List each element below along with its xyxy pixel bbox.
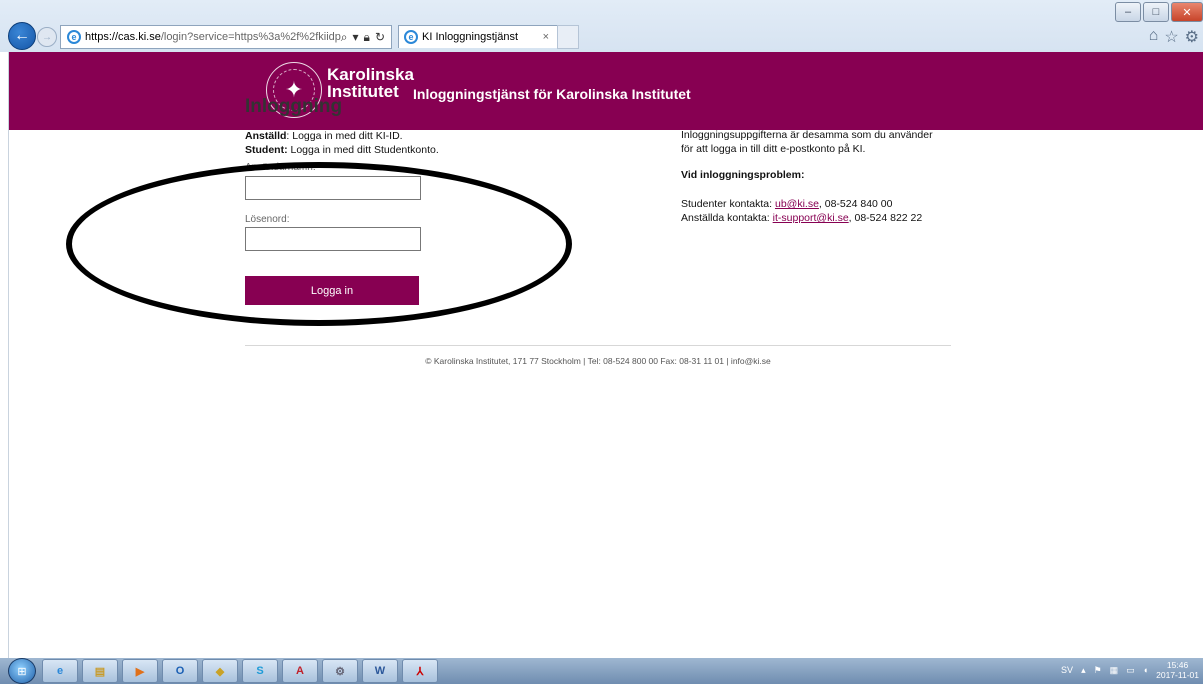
nota-taskbar-icon[interactable]: A	[282, 659, 318, 683]
language-indicator[interactable]: SV	[1061, 665, 1073, 675]
windows-taskbar: ⊞ e ▤ ▶ O ◆ S A ⚙ W ⅄ SV ▴ ⚑ ▦ ▭ ◖ 15:46…	[0, 658, 1203, 684]
tools-taskbar-icon[interactable]: ⚙	[322, 659, 358, 683]
employee-instruction: Anställd: Logga in med ditt KI-ID.	[245, 130, 403, 142]
refresh-icon[interactable]: ↻	[375, 30, 385, 45]
site-header: ✦ Karolinska Institutet Inloggningstjäns…	[9, 52, 1203, 130]
staff-contact: Anställda kontakta: it-support@ki.se, 08…	[681, 211, 971, 225]
new-tab-button[interactable]	[557, 25, 579, 49]
media-player-taskbar-icon[interactable]: ▶	[122, 659, 158, 683]
ie-page-icon: e	[67, 30, 81, 44]
problems-heading: Vid inloggningsproblem:	[681, 169, 805, 181]
logo-line1: Karolinska	[327, 65, 414, 84]
favorites-star-icon[interactable]: ☆	[1164, 27, 1178, 47]
ie-tab-icon: e	[404, 30, 418, 44]
display-icon[interactable]: ▭	[1126, 665, 1135, 676]
browser-tools: ⌂ ☆ ⚙	[1149, 27, 1199, 47]
students-email-link[interactable]: ub@ki.se	[775, 198, 819, 210]
info-line2: för att logga in till ditt e-postkonto p…	[681, 143, 866, 155]
explorer-taskbar-icon[interactable]: ▤	[82, 659, 118, 683]
login-heading: Inloggning	[245, 96, 343, 117]
password-input[interactable]	[245, 227, 421, 251]
address-bar[interactable]: e https://cas.ki.se/login?service=https%…	[60, 25, 392, 49]
clock-date: 2017-11-01	[1156, 670, 1199, 680]
search-icon[interactable]: ⌕	[341, 30, 348, 45]
action-center-flag-icon[interactable]: ⚑	[1094, 665, 1102, 676]
tray-expand-icon[interactable]: ▴	[1081, 665, 1086, 676]
students-contact: Studenter kontakta: ub@ki.se, 08-524 840…	[681, 197, 971, 211]
settings-gear-icon[interactable]: ⚙	[1185, 27, 1199, 47]
page-viewport: ✦ Karolinska Institutet Inloggningstjäns…	[8, 52, 1203, 658]
outlook-taskbar-icon[interactable]: O	[162, 659, 198, 683]
start-button-icon[interactable]: ⊞	[8, 658, 36, 684]
login-button[interactable]: Logga in	[245, 276, 419, 305]
window-controls: – □ ✕	[1113, 2, 1203, 22]
site-title: Inloggningstjänst för Karolinska Institu…	[413, 86, 691, 102]
folder-taskbar-icon[interactable]: ◆	[202, 659, 238, 683]
employee-text: : Logga in med ditt KI-ID.	[286, 130, 403, 142]
clock[interactable]: 15:46 2017-11-01	[1156, 660, 1199, 680]
close-tab-icon[interactable]: ×	[543, 31, 557, 43]
employee-label: Anställd	[245, 130, 287, 142]
tab-ki-login[interactable]: e KI Inloggningstjänst ×	[398, 25, 558, 48]
acrobat-taskbar-icon[interactable]: ⅄	[402, 659, 438, 683]
address-tools: ⌕ ▾ 🔒︎ ↻	[341, 30, 391, 45]
username-input[interactable]	[245, 176, 421, 200]
info-line1: Inloggningsuppgifterna är desamma som du…	[681, 129, 933, 141]
skype-taskbar-icon[interactable]: S	[242, 659, 278, 683]
browser-chrome: – □ ✕ ← → e https://cas.ki.se/login?serv…	[0, 0, 1203, 52]
student-label: Student:	[245, 144, 288, 156]
close-window-icon[interactable]: ✕	[1171, 2, 1203, 22]
minimize-icon[interactable]: –	[1115, 2, 1141, 22]
dropdown-arrow-icon[interactable]: ▾	[353, 30, 359, 45]
staff-email-link[interactable]: it-support@ki.se	[773, 212, 849, 224]
staff-prefix: Anställda kontakta:	[681, 212, 773, 224]
back-button-icon[interactable]: ←	[8, 22, 36, 50]
address-url[interactable]: https://cas.ki.se/login?service=https%3a…	[85, 31, 341, 43]
volume-icon[interactable]: ◖	[1143, 665, 1148, 675]
word-taskbar-icon[interactable]: W	[362, 659, 398, 683]
staff-phone: , 08-524 822 22	[848, 212, 923, 224]
system-tray: SV ▴ ⚑ ▦ ▭ ◖ 15:46 2017-11-01	[1061, 660, 1199, 680]
ki-logo-text: Karolinska Institutet	[327, 66, 414, 100]
tab-title: KI Inloggningstjänst	[422, 31, 519, 43]
ie-taskbar-icon[interactable]: e	[42, 659, 78, 683]
forward-button-icon[interactable]: →	[37, 27, 57, 47]
password-label: Lösenord:	[245, 214, 290, 225]
student-text: Logga in med ditt Studentkonto.	[287, 144, 439, 156]
clock-time: 15:46	[1166, 660, 1189, 670]
username-label: Användarnamn:	[245, 162, 316, 173]
student-instruction: Student: Logga in med ditt Studentkonto.	[245, 144, 439, 156]
network-icon[interactable]: ▦	[1110, 665, 1119, 676]
info-panel: Inloggningsuppgifterna är desamma som du…	[681, 128, 971, 225]
footer-divider	[245, 345, 951, 346]
maximize-icon[interactable]: □	[1143, 2, 1169, 22]
home-icon[interactable]: ⌂	[1149, 27, 1159, 47]
students-prefix: Studenter kontakta:	[681, 198, 775, 210]
page-footer: © Karolinska Institutet, 171 77 Stockhol…	[425, 356, 771, 366]
lock-icon[interactable]: 🔒︎	[364, 30, 370, 45]
students-phone: , 08-524 840 00	[818, 198, 893, 210]
